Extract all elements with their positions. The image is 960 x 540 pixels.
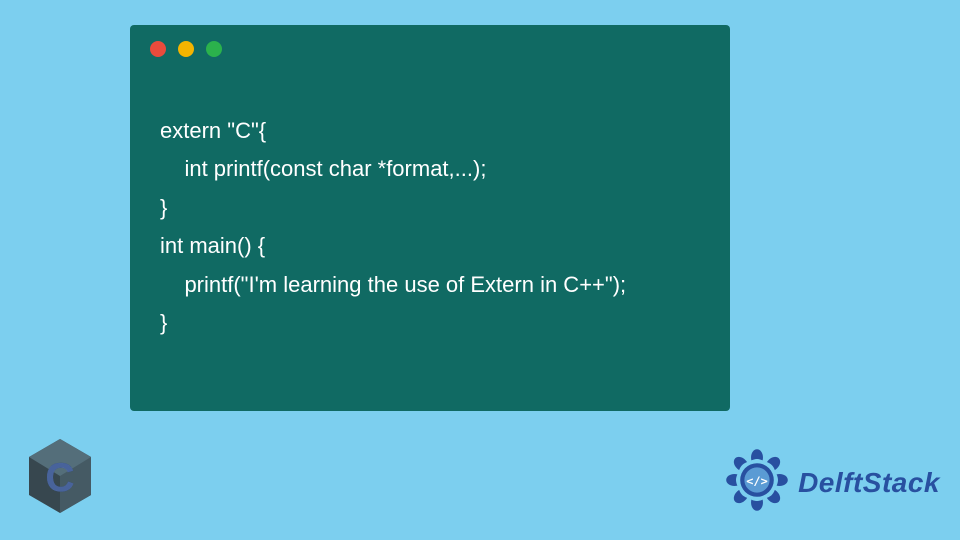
minimize-icon: [178, 41, 194, 57]
code-line: int main() {: [160, 233, 265, 258]
code-body: extern "C"{ int printf(const char *forma…: [130, 67, 730, 381]
code-line: printf("I'm learning the use of Extern i…: [160, 272, 626, 297]
delftstack-text: DelftStack: [798, 467, 940, 499]
code-line: int printf(const char *format,...);: [160, 156, 486, 181]
window-titlebar: [130, 25, 730, 67]
c-logo-letter-shadow: C: [46, 456, 75, 500]
c-language-logo-icon: C C: [25, 437, 95, 520]
delftstack-emblem-icon: </>: [722, 445, 792, 520]
code-window: extern "C"{ int printf(const char *forma…: [130, 25, 730, 411]
code-line: }: [160, 310, 167, 335]
maximize-icon: [206, 41, 222, 57]
svg-text:</>: </>: [746, 474, 767, 488]
code-line: }: [160, 195, 167, 220]
delftstack-logo: </> DelftStack: [722, 445, 940, 520]
close-icon: [150, 41, 166, 57]
code-line: extern "C"{: [160, 118, 266, 143]
